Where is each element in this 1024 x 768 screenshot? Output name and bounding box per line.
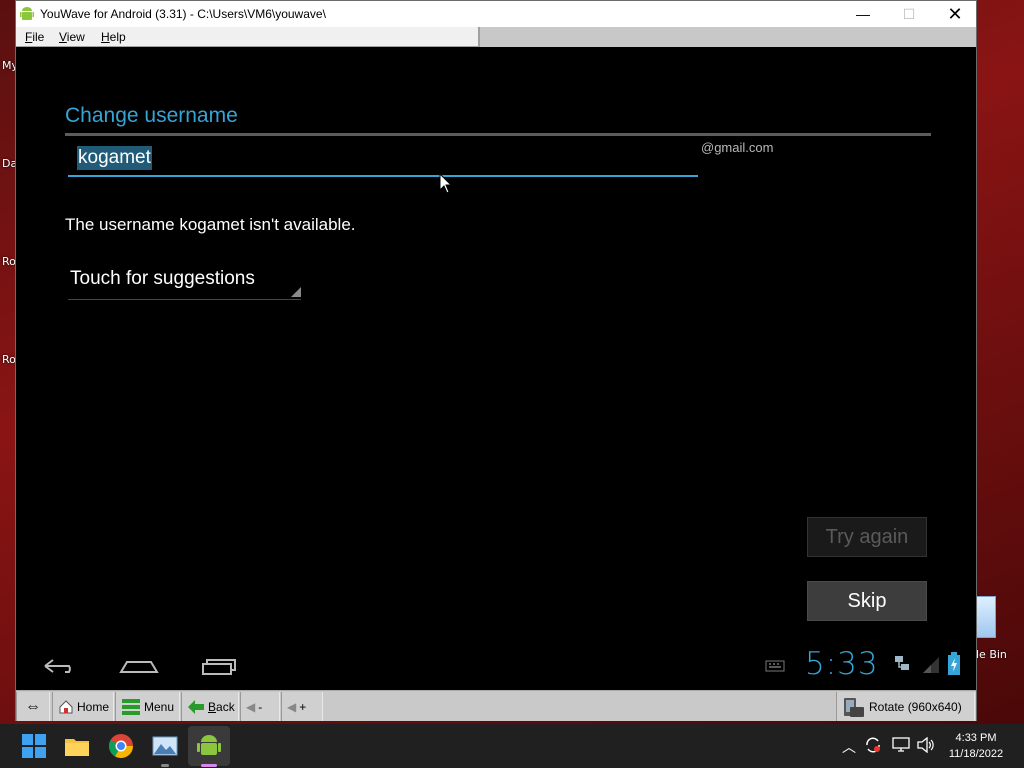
volume-up-button[interactable]: ◀ + <box>281 692 323 721</box>
running-indicator <box>161 764 169 767</box>
suggestions-spinner[interactable]: Touch for suggestions <box>68 262 301 300</box>
house-icon <box>59 699 73 713</box>
username-input[interactable]: kogamet <box>68 144 698 177</box>
menu-bar: File View Help <box>16 27 976 47</box>
chrome-icon[interactable] <box>107 732 135 760</box>
system-time: 4:33 PM <box>955 732 997 744</box>
menu-lines-icon <box>122 698 140 715</box>
home-label: Home <box>77 699 110 714</box>
recent-apps-icon[interactable] <box>197 652 241 680</box>
page-title: Change username <box>65 104 238 127</box>
recycle-bin-shortcut[interactable]: le Bin <box>976 596 1024 666</box>
menu-label: Menu <box>144 699 175 714</box>
speaker-icon: ◀ <box>246 699 256 714</box>
suggestions-label: Touch for suggestions <box>70 268 255 289</box>
menu-button[interactable]: Menu <box>115 692 180 721</box>
domain-suffix: @gmail.com <box>701 140 774 155</box>
mouse-cursor-icon <box>439 173 453 194</box>
resize-toggle-button[interactable]: ⇔ <box>16 692 50 721</box>
start-icon[interactable] <box>20 732 48 760</box>
try-again-button[interactable]: Try again <box>807 517 927 557</box>
volume-icon[interactable] <box>917 737 935 753</box>
desktop-icon-label[interactable]: Ro <box>2 255 16 268</box>
rotate-label: Rotate (960x640) <box>869 699 962 714</box>
home-icon[interactable] <box>117 652 161 680</box>
network-display-icon[interactable] <box>892 737 910 753</box>
android-app-icon <box>20 7 34 20</box>
network-icon <box>895 656 909 670</box>
close-button[interactable]: ✕ <box>932 1 978 27</box>
battery-charging-icon <box>948 652 960 675</box>
chevron-up-icon[interactable]: ︿ <box>842 737 856 757</box>
android-system-bar: 5:33 <box>17 644 975 688</box>
spinner-corner-icon <box>291 287 301 297</box>
menu-file[interactable]: File <box>25 30 44 44</box>
back-button[interactable]: Back <box>181 692 239 721</box>
active-indicator <box>201 764 217 767</box>
android-icon[interactable] <box>195 732 223 760</box>
title-bar[interactable]: YouWave for Android (3.31) - C:\Users\VM… <box>16 1 976 27</box>
youwave-window: YouWave for Android (3.31) - C:\Users\VM… <box>15 0 977 721</box>
back-arrow-icon <box>188 699 204 714</box>
menu-help[interactable]: Help <box>101 30 126 44</box>
availability-message: The username kogamet isn't available. <box>65 215 356 234</box>
rotate-button[interactable]: Rotate (960x640) <box>836 692 975 721</box>
photos-icon[interactable] <box>151 732 179 760</box>
youwave-toolbar: ⇔ Home Menu Back ◀ - ◀ + Rotate (960x640… <box>16 690 976 721</box>
home-button[interactable]: Home <box>52 692 114 721</box>
signal-icon <box>923 657 939 673</box>
title-divider <box>65 133 931 136</box>
back-icon[interactable] <box>37 652 81 680</box>
clock-widget[interactable]: 4:33 PM 11/18/2022 <box>946 730 1006 762</box>
recycle-bin-icon <box>976 596 996 638</box>
desktop-icon-label[interactable]: Ro <box>2 353 16 366</box>
phone-rotate-icon <box>844 697 864 717</box>
username-value: kogamet <box>77 146 152 170</box>
speaker-icon: ◀ <box>287 699 297 714</box>
resize-arrows-icon: ⇔ <box>25 697 41 715</box>
sync-icon[interactable] <box>864 736 882 754</box>
file-explorer-icon[interactable] <box>63 732 91 760</box>
system-date: 11/18/2022 <box>948 748 1004 760</box>
android-clock: 5:33 <box>805 646 879 682</box>
keyboard-icon[interactable] <box>765 660 785 672</box>
menu-view[interactable]: View <box>59 30 85 44</box>
window-title: YouWave for Android (3.31) - C:\Users\VM… <box>40 7 326 21</box>
maximize-button[interactable]: ☐ <box>886 1 932 27</box>
android-screen: Change username kogamet @gmail.com The u… <box>17 48 975 688</box>
menu-area: File View Help <box>16 27 480 47</box>
minimize-button[interactable]: — <box>840 1 886 27</box>
volume-down-button[interactable]: ◀ - <box>240 692 280 721</box>
windows-taskbar: ︿ 4:33 PM 11/18/2022 <box>0 724 1024 768</box>
recycle-bin-label: le Bin <box>976 648 1007 661</box>
skip-button[interactable]: Skip <box>807 581 927 621</box>
